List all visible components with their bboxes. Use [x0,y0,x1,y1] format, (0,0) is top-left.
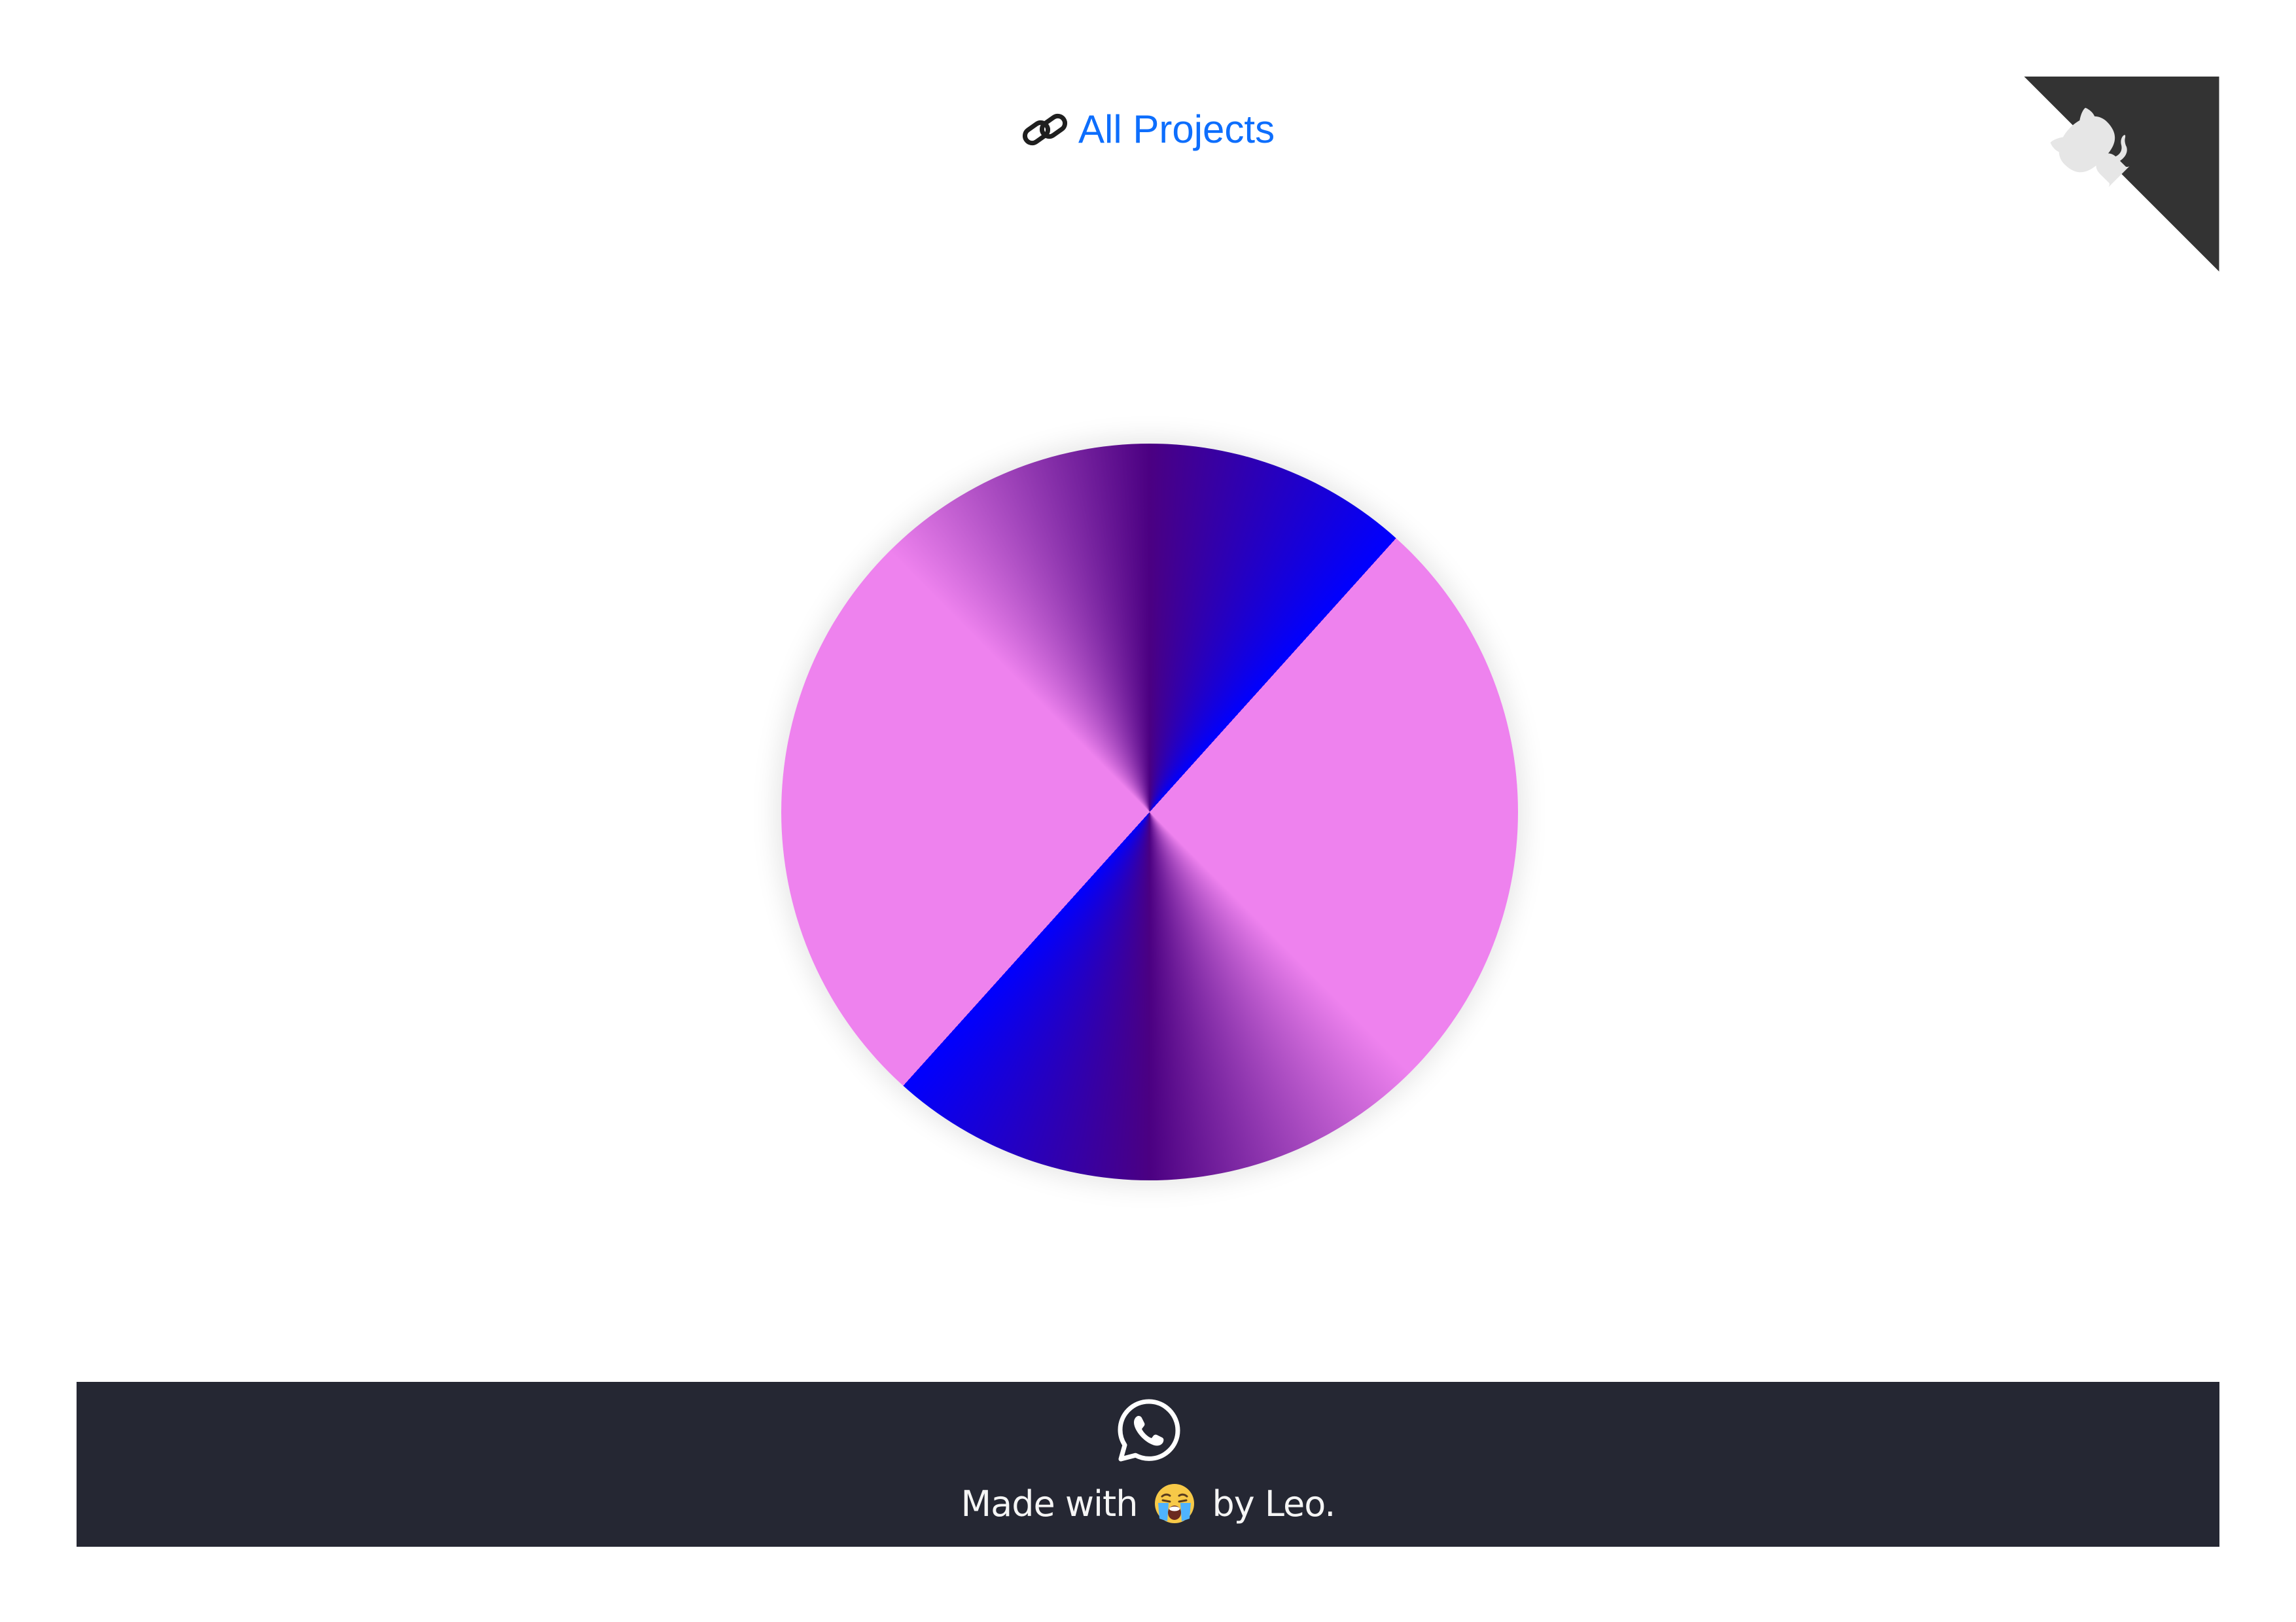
credit-suffix: by Leo. [1212,1483,1335,1525]
link-icon [1022,113,1068,146]
footer: Made with by Leo. [77,1382,2219,1547]
github-octocat-icon [2024,77,2219,272]
all-projects-label: All Projects [1078,107,1275,151]
footer-credit: Made with by Leo. [77,1477,2219,1530]
credit-prefix: Made with [961,1483,1139,1525]
github-corner[interactable] [2024,77,2219,272]
whatsapp-icon[interactable] [1115,1396,1183,1464]
all-projects-link[interactable]: All Projects [1021,105,1275,154]
crying-face-emoji [1155,1484,1195,1523]
conic-gradient-circle [781,444,1518,1180]
whatsapp-glyph [1118,1399,1180,1462]
